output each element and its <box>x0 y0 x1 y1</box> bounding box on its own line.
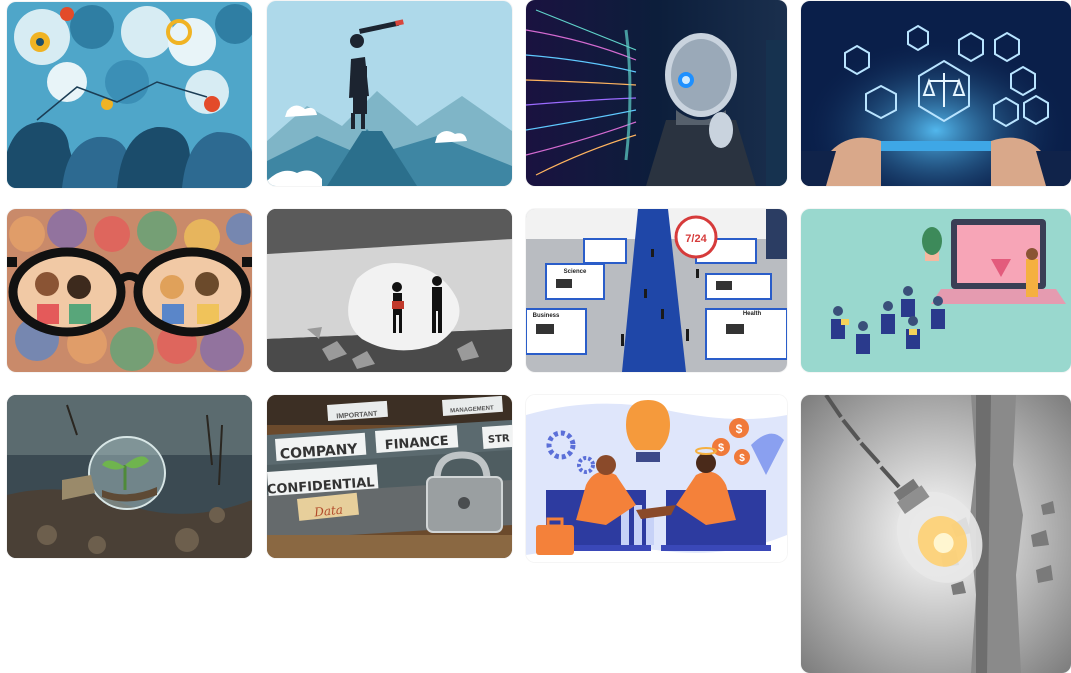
confidential-folders-image: IMPORTANT MANAGEMENT COMPANY FINANCE STR… <box>267 395 512 558</box>
expo-science-label: Science <box>564 269 587 275</box>
tile-robot-thinking[interactable] <box>526 0 787 186</box>
expo-sign-text: 7/24 <box>685 233 707 245</box>
tile-bulb-plant[interactable] <box>7 395 252 558</box>
robot-thinking-image <box>526 0 787 186</box>
tile-woman-telescope[interactable] <box>267 1 512 186</box>
dollar-coin-1: $ <box>736 422 743 436</box>
expo-business-label: Business <box>533 313 560 319</box>
dollar-coin-2: $ <box>718 442 724 454</box>
legal-icons-image <box>801 1 1071 186</box>
people-thinking-image <box>7 2 252 188</box>
bulb-wall-image <box>801 395 1071 673</box>
tile-people-thinking[interactable] <box>7 2 252 188</box>
online-class-image <box>801 209 1071 372</box>
tile-bulb-wall[interactable] <box>801 395 1071 673</box>
virtual-expo-image: 7/24 Science Business Health <box>526 209 787 372</box>
tile-handshake-bulb[interactable]: $ $ $ <box>526 395 787 562</box>
folder-str-label: STR <box>488 433 511 446</box>
men-breaking-wall-image <box>267 209 512 372</box>
tile-glasses-crowd[interactable] <box>7 209 252 372</box>
tile-confidential-folders[interactable]: IMPORTANT MANAGEMENT COMPANY FINANCE STR… <box>267 395 512 558</box>
handshake-bulb-image: $ $ $ <box>526 395 787 562</box>
woman-telescope-image <box>267 1 512 186</box>
tile-men-breaking-wall[interactable] <box>267 209 512 372</box>
expo-health-label: Health <box>743 311 762 317</box>
bulb-plant-image <box>7 395 252 558</box>
tile-online-class[interactable] <box>801 209 1071 372</box>
tile-legal-icons[interactable] <box>801 1 1071 186</box>
dollar-coin-3: $ <box>739 453 745 464</box>
tile-virtual-expo[interactable]: 7/24 Science Business Health <box>526 209 787 372</box>
image-gallery: 7/24 Science Business Health IMPORTANT M… <box>0 0 1071 673</box>
glasses-crowd-image <box>7 209 252 372</box>
